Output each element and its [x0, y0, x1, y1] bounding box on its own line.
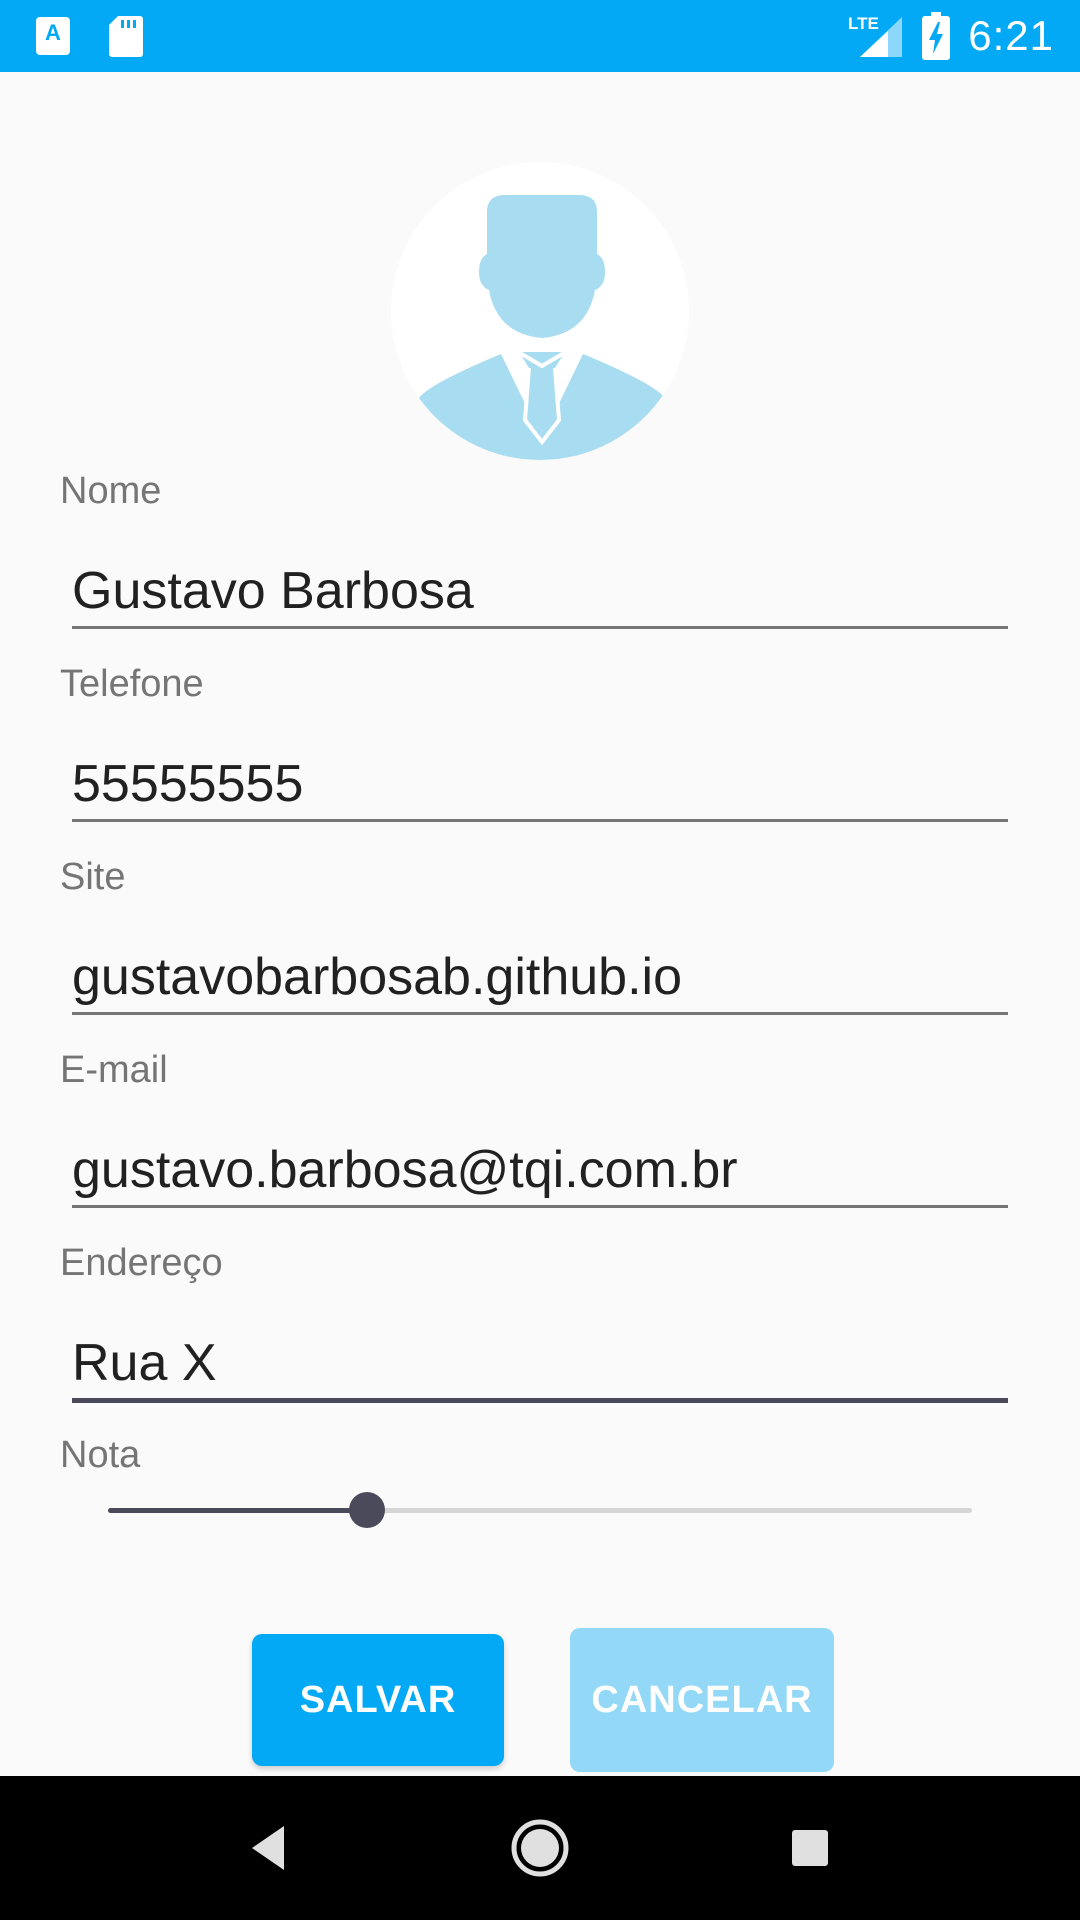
battery-charging-icon — [922, 12, 951, 60]
nome-label: Nome — [60, 470, 162, 512]
save-button[interactable]: SALVAR — [252, 1634, 504, 1766]
cancel-button[interactable]: CANCELAR — [570, 1628, 834, 1772]
status-time: 6:21 — [968, 12, 1054, 59]
nota-label: Nota — [60, 1434, 141, 1476]
app-notification-letter: A — [45, 20, 61, 45]
app-notification-icon: A — [36, 17, 70, 55]
person-avatar-icon — [419, 195, 665, 460]
nota-slider-thumb[interactable] — [349, 1492, 385, 1528]
nota-slider-track[interactable] — [108, 1508, 972, 1513]
nome-input[interactable] — [72, 556, 1008, 629]
site-input[interactable] — [72, 942, 1008, 1015]
telefone-input[interactable] — [72, 749, 1008, 822]
back-icon[interactable] — [234, 1812, 306, 1884]
avatar[interactable] — [391, 162, 689, 460]
recents-icon[interactable] — [774, 1812, 846, 1884]
status-bar: A LTE 6:21 — [0, 0, 1080, 72]
sd-card-icon — [109, 16, 143, 57]
endereco-label: Endereço — [60, 1242, 223, 1284]
home-icon[interactable] — [504, 1812, 576, 1884]
email-label: E-mail — [60, 1049, 168, 1091]
email-input[interactable] — [72, 1135, 1008, 1208]
site-label: Site — [60, 856, 126, 898]
lte-signal-icon: LTE — [848, 14, 903, 57]
nota-slider-fill — [108, 1508, 367, 1513]
endereco-input[interactable] — [72, 1328, 1008, 1403]
telefone-label: Telefone — [60, 663, 204, 705]
navigation-bar — [0, 1776, 1080, 1920]
network-label: LTE — [848, 14, 879, 33]
